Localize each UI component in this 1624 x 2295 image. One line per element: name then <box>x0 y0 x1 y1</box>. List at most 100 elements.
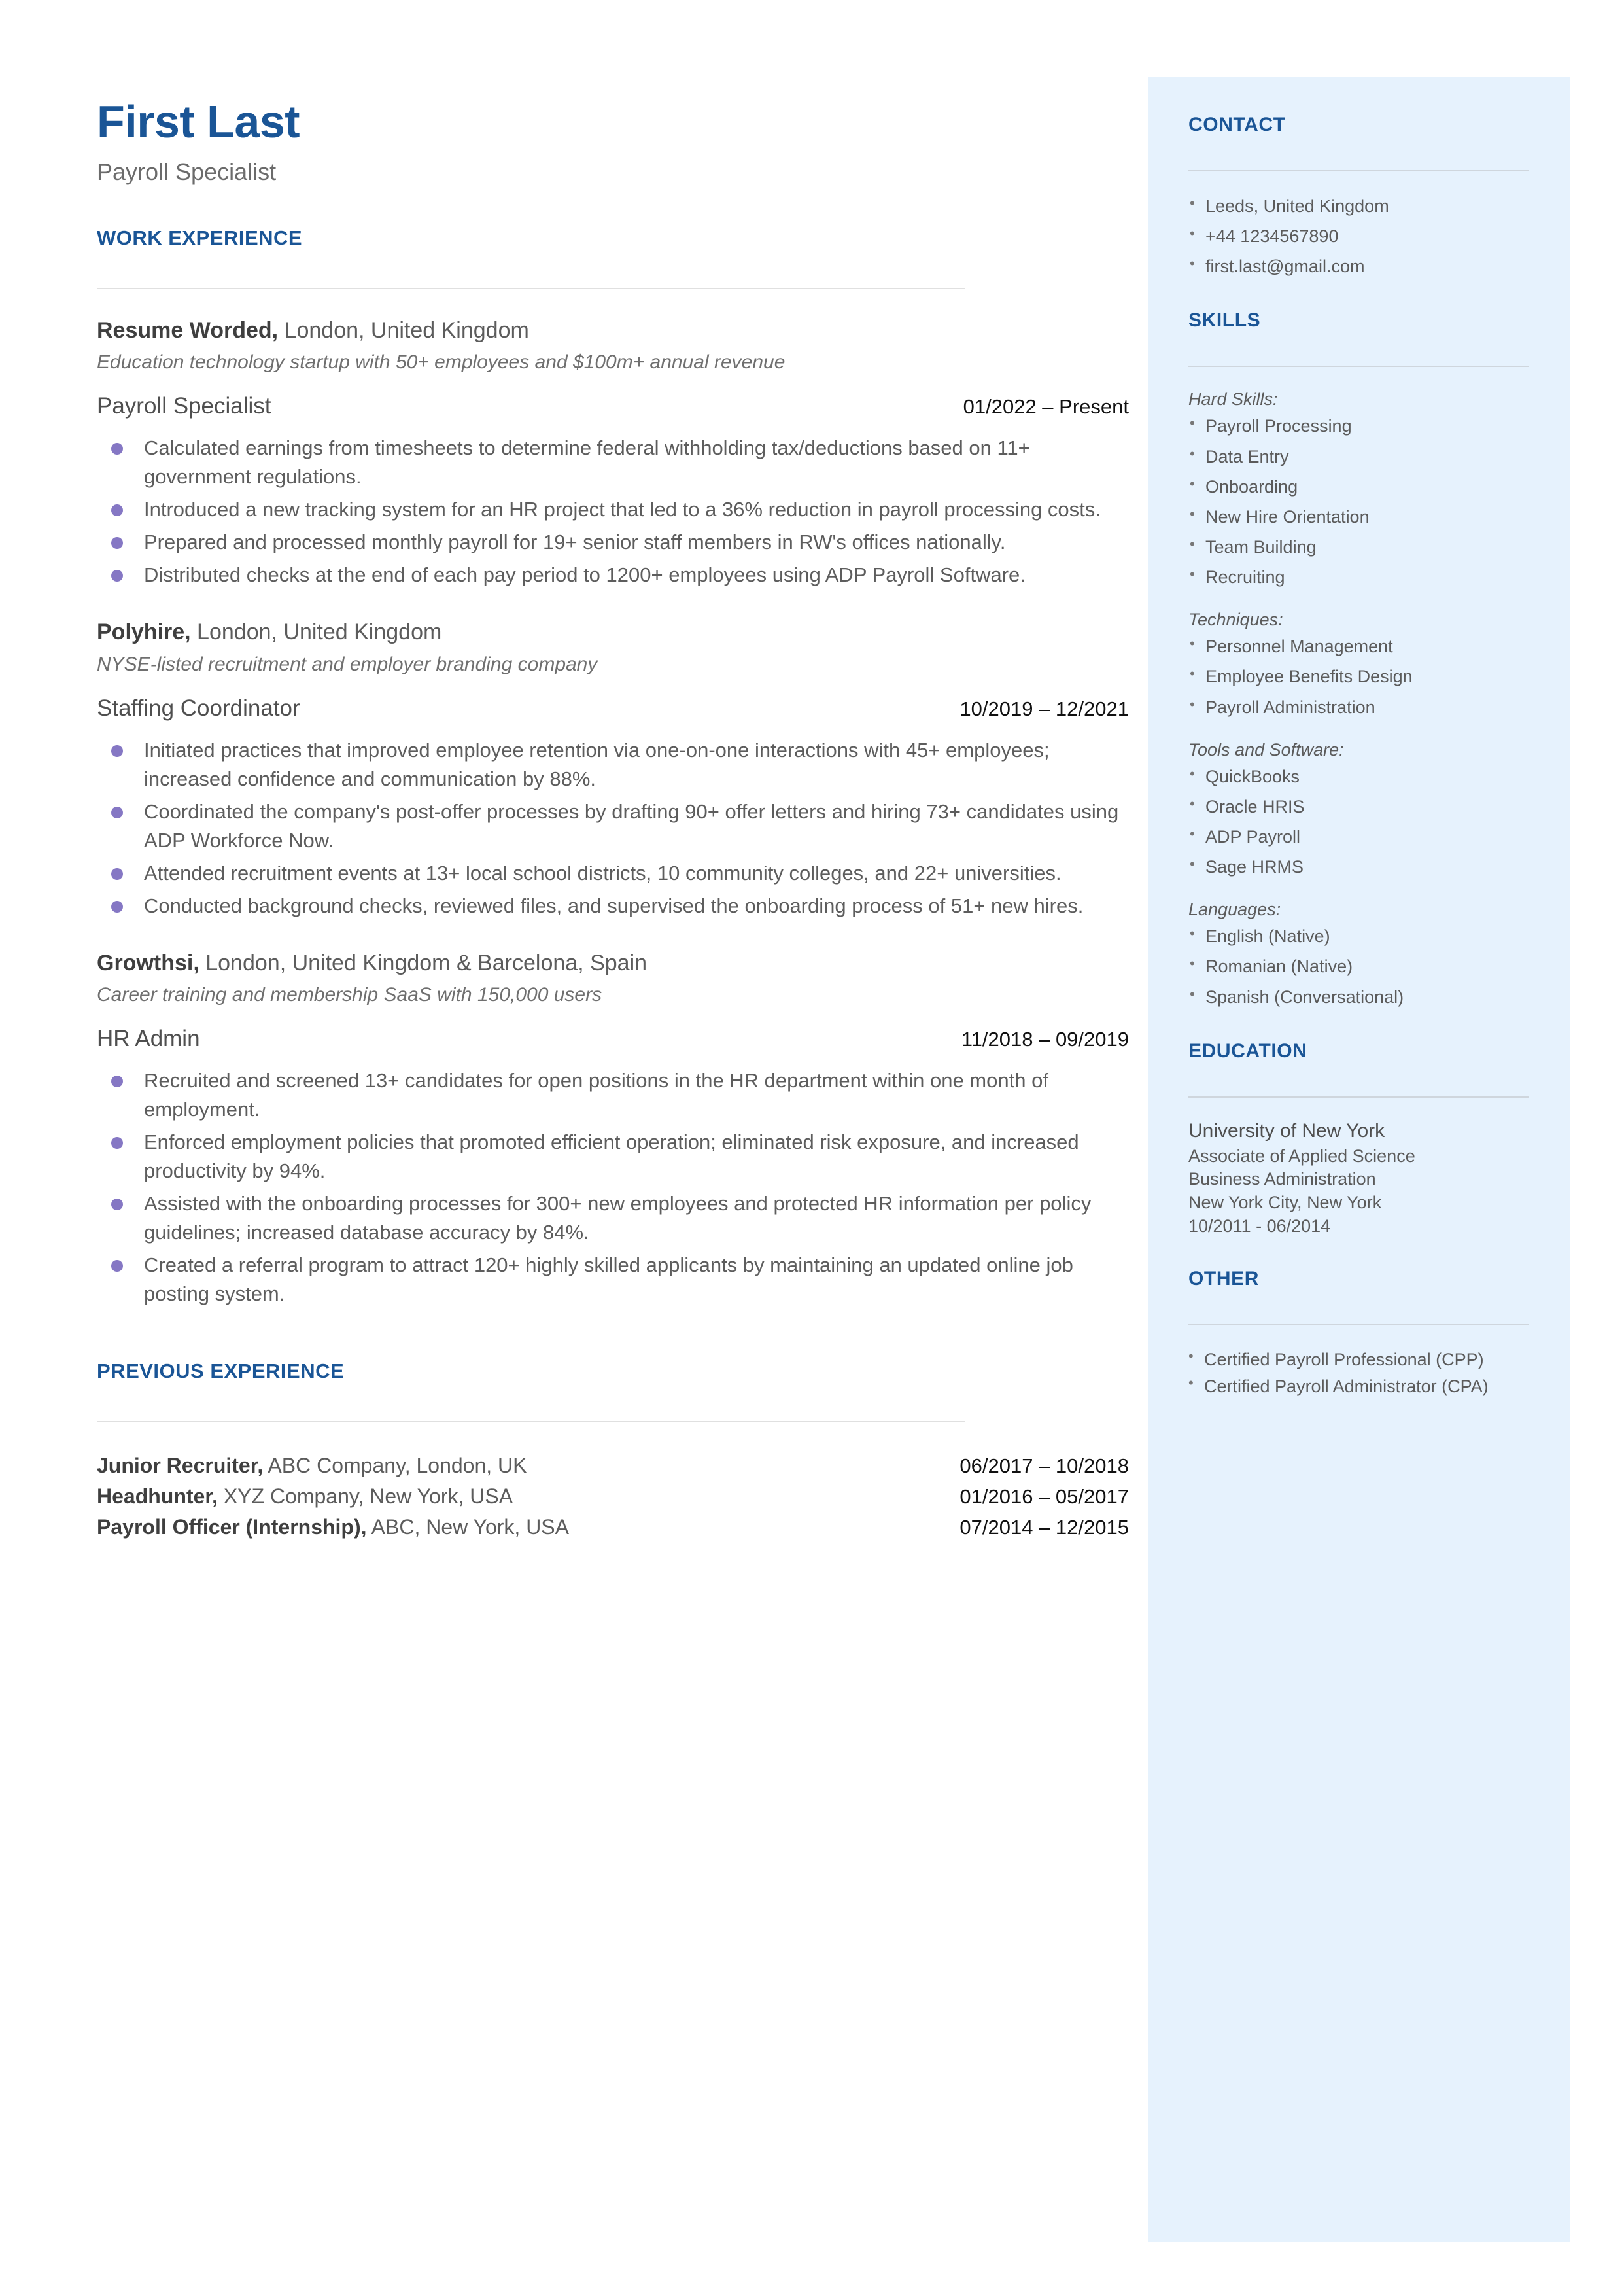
work-experience-divider <box>97 287 965 289</box>
skill-item: Oracle HRIS <box>1188 794 1529 820</box>
job-bullet: Enforced employment policies that promot… <box>97 1128 1129 1185</box>
previous-experience-row: Junior Recruiter, ABC Company, London, U… <box>97 1454 1129 1478</box>
previous-role-dates: 06/2017 – 10/2018 <box>959 1454 1129 1478</box>
job-bullet: Prepared and processed monthly payroll f… <box>97 528 1129 557</box>
skills-group-label: Techniques: <box>1188 610 1283 630</box>
previous-role-line: Junior Recruiter, ABC Company, London, U… <box>97 1454 527 1478</box>
candidate-name: First Last <box>97 96 300 147</box>
job-title: HR Admin <box>97 1026 200 1052</box>
skills-group-list: QuickBooks Oracle HRIS ADP Payroll Sage … <box>1188 763 1529 881</box>
skill-item: Employee Benefits Design <box>1188 663 1529 690</box>
job-company-name: Resume Worded, <box>97 317 279 343</box>
sidebar-section-other: OTHER Certified Payroll Professional (CP… <box>1188 1268 1529 1399</box>
contact-heading: CONTACT <box>1188 114 1286 135</box>
contact-item-phone: +44 1234567890 <box>1188 223 1529 249</box>
education-divider <box>1188 1096 1529 1098</box>
skill-item: Onboarding <box>1188 474 1529 500</box>
previous-role-line: Headhunter, XYZ Company, New York, USA <box>97 1484 513 1509</box>
candidate-tagline: Payroll Specialist <box>97 158 277 185</box>
skills-group-hard-skills: Hard Skills: Payroll Processing Data Ent… <box>1188 389 1529 590</box>
previous-experience-row: Payroll Officer (Internship), ABC, New Y… <box>97 1515 1129 1539</box>
job-company-location: London, United Kingdom <box>278 317 529 343</box>
job-company-description: Education technology startup with 50+ em… <box>97 351 786 373</box>
skills-group-label: Languages: <box>1188 900 1281 920</box>
contact-divider <box>1188 170 1529 171</box>
other-list: Certified Payroll Professional (CPP) Cer… <box>1188 1346 1529 1399</box>
job-company-name: Polyhire, <box>97 620 191 645</box>
job-bullet-list: Calculated earnings from timesheets to d… <box>97 434 1129 589</box>
job-bullet: Assisted with the onboarding processes f… <box>97 1189 1129 1247</box>
job-title-row: HR Admin 11/2018 – 09/2019 <box>97 1026 1129 1052</box>
certification-item: Certified Payroll Administrator (CPA) <box>1188 1373 1529 1399</box>
certification-item: Certified Payroll Professional (CPP) <box>1188 1346 1529 1372</box>
previous-role-dates: 01/2016 – 05/2017 <box>959 1485 1129 1509</box>
education-location: New York City, New York <box>1188 1192 1382 1212</box>
skills-group-languages: Languages: English (Native) Romanian (Na… <box>1188 900 1529 1009</box>
job-company-line: Growthsi, London, United Kingdom & Barce… <box>97 949 1129 977</box>
job-bullet: Calculated earnings from timesheets to d… <box>97 434 1129 491</box>
job-company-line: Polyhire, London, United Kingdom <box>97 618 1129 646</box>
previous-experience-divider <box>97 1421 965 1423</box>
job-company-location: London, United Kingdom & Barcelona, Spai… <box>199 950 648 975</box>
skills-group-techniques: Techniques: Personnel Management Employe… <box>1188 610 1529 720</box>
job-bullet: Initiated practices that improved employ… <box>97 736 1129 794</box>
job-company-description: Career training and membership SaaS with… <box>97 984 602 1006</box>
other-divider <box>1188 1324 1529 1326</box>
job-bullet: Conducted background checks, reviewed fi… <box>97 892 1129 920</box>
job-bullet: Recruited and screened 13+ candidates fo… <box>97 1066 1129 1124</box>
resume-page: CONTACT Leeds, United Kingdom +44 123456… <box>0 0 1624 2295</box>
previous-role-detail: ABC Company, London, UK <box>263 1454 527 1478</box>
sidebar-section-contact: CONTACT Leeds, United Kingdom +44 123456… <box>1188 114 1529 279</box>
job-title: Staffing Coordinator <box>97 695 300 721</box>
previous-role-title: Junior Recruiter, <box>97 1454 264 1478</box>
education-degree: Associate of Applied Science <box>1188 1146 1415 1166</box>
job-bullet-list: Recruited and screened 13+ candidates fo… <box>97 1066 1129 1308</box>
education-dates: 10/2011 - 06/2014 <box>1188 1216 1331 1236</box>
skills-group-tools-and-software: Tools and Software: QuickBooks Oracle HR… <box>1188 740 1529 881</box>
contact-list: Leeds, United Kingdom +44 1234567890 fir… <box>1188 193 1529 279</box>
sidebar-section-skills: SKILLS Hard Skills: Payroll Processing D… <box>1188 309 1529 1009</box>
skill-item: Sage HRMS <box>1188 854 1529 880</box>
job-bullet-list: Initiated practices that improved employ… <box>97 736 1129 920</box>
previous-experience-row: Headhunter, XYZ Company, New York, USA 0… <box>97 1484 1129 1509</box>
job-company-description: NYSE-listed recruitment and employer bra… <box>97 653 598 675</box>
previous-role-title: Headhunter, <box>97 1484 218 1509</box>
contact-item-email: first.last@gmail.com <box>1188 253 1529 279</box>
previous-role-detail: XYZ Company, New York, USA <box>217 1484 513 1509</box>
skills-group-list: English (Native) Romanian (Native) Spani… <box>1188 923 1529 1010</box>
contact-item-location: Leeds, United Kingdom <box>1188 193 1529 219</box>
other-heading: OTHER <box>1188 1268 1259 1290</box>
job-bullet: Coordinated the company's post-offer pro… <box>97 797 1129 855</box>
job-bullet: Attended recruitment events at 13+ local… <box>97 859 1129 888</box>
skill-item: Payroll Administration <box>1188 694 1529 720</box>
skill-item: ADP Payroll <box>1188 824 1529 850</box>
previous-role-title: Payroll Officer (Internship), <box>97 1515 367 1539</box>
job-dates: 01/2022 – Present <box>963 395 1129 418</box>
skills-heading: SKILLS <box>1188 309 1261 332</box>
job-company-line: Resume Worded, London, United Kingdom <box>97 317 1129 345</box>
job-title: Payroll Specialist <box>97 393 271 419</box>
skill-item: Payroll Processing <box>1188 413 1529 439</box>
job-bullet: Introduced a new tracking system for an … <box>97 495 1129 524</box>
skills-group-label: Hard Skills: <box>1188 389 1278 410</box>
skill-item: Data Entry <box>1188 444 1529 470</box>
skill-item: Romanian (Native) <box>1188 953 1529 979</box>
work-experience-heading: WORK EXPERIENCE <box>97 226 303 249</box>
job-bullet: Distributed checks at the end of each pa… <box>97 561 1129 589</box>
skill-item: English (Native) <box>1188 923 1529 949</box>
education-field: Business Administration <box>1188 1169 1376 1189</box>
job-entry: Resume Worded, London, United Kingdom Ed… <box>97 317 1129 590</box>
job-entry: Growthsi, London, United Kingdom & Barce… <box>97 949 1129 1309</box>
skills-group-list: Personnel Management Employee Benefits D… <box>1188 633 1529 720</box>
job-title-row: Payroll Specialist 01/2022 – Present <box>97 393 1129 419</box>
previous-role-line: Payroll Officer (Internship), ABC, New Y… <box>97 1515 569 1539</box>
skill-item: Team Building <box>1188 534 1529 560</box>
job-dates: 11/2018 – 09/2019 <box>961 1028 1129 1051</box>
previous-experience-heading: PREVIOUS EXPERIENCE <box>97 1359 345 1383</box>
education-heading: EDUCATION <box>1188 1040 1307 1062</box>
skill-item: Spanish (Conversational) <box>1188 984 1529 1010</box>
skill-item: Personnel Management <box>1188 633 1529 659</box>
skill-item: QuickBooks <box>1188 763 1529 790</box>
job-title-row: Staffing Coordinator 10/2019 – 12/2021 <box>97 695 1129 722</box>
skill-item: New Hire Orientation <box>1188 504 1529 530</box>
